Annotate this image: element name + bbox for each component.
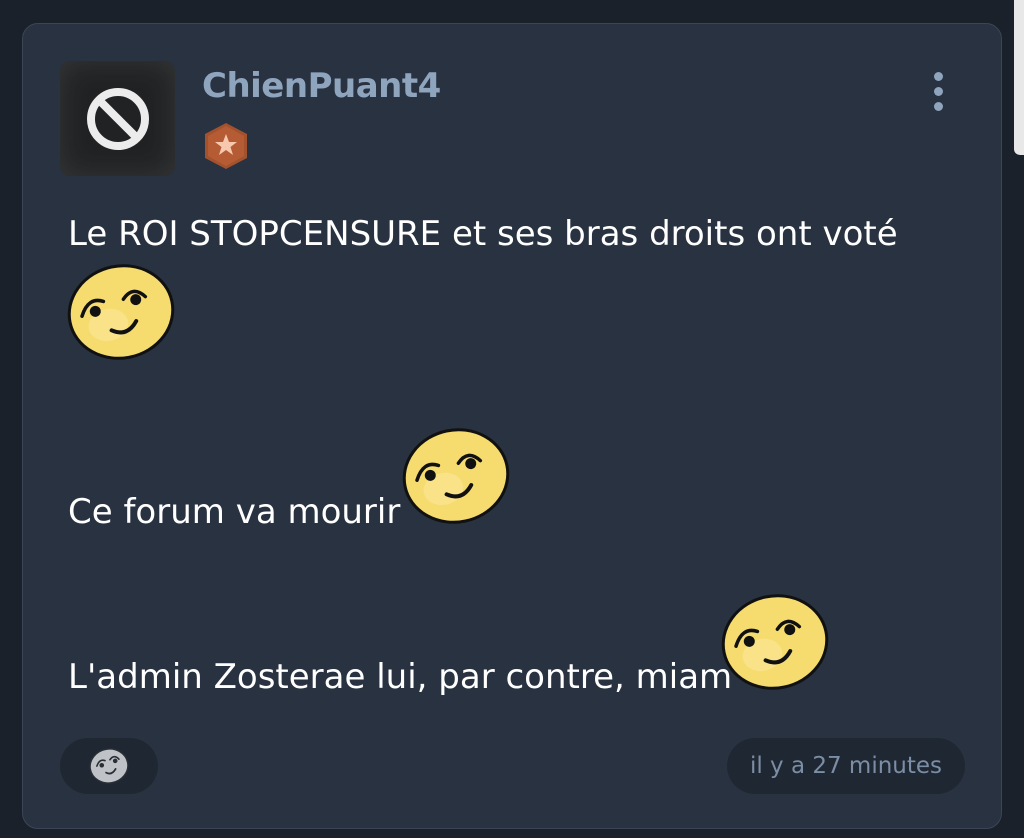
smirking-face-emoji xyxy=(721,594,829,690)
menu-dot xyxy=(933,101,943,111)
post-body-line-1: Le ROI STOPCENSURE et ses bras droits on… xyxy=(68,214,898,254)
post-body-line-2: Ce forum va mourir xyxy=(68,492,401,532)
smirking-face-emoji xyxy=(67,264,175,360)
add-reaction-smiley-icon xyxy=(89,748,129,784)
forum-post-card: ChienPuant4 Le ROI STOPCENSURE et ses br… xyxy=(22,23,1002,829)
menu-dot xyxy=(933,86,943,96)
post-timestamp: il y a 27 minutes xyxy=(727,738,965,794)
prohibited-sign-icon xyxy=(86,87,149,150)
author-avatar[interactable] xyxy=(60,61,175,176)
post-body-line-3: L'admin Zosterae lui, par contre, miam xyxy=(68,657,733,697)
post-options-menu-button[interactable] xyxy=(918,68,958,114)
star-hexagon-badge-icon xyxy=(205,123,247,169)
vertical-ellipsis-icon xyxy=(933,71,943,81)
smirking-face-emoji xyxy=(402,428,510,524)
author-username[interactable]: ChienPuant4 xyxy=(202,66,441,106)
add-reaction-button[interactable] xyxy=(60,738,158,794)
page-scrollbar[interactable] xyxy=(1014,0,1024,155)
